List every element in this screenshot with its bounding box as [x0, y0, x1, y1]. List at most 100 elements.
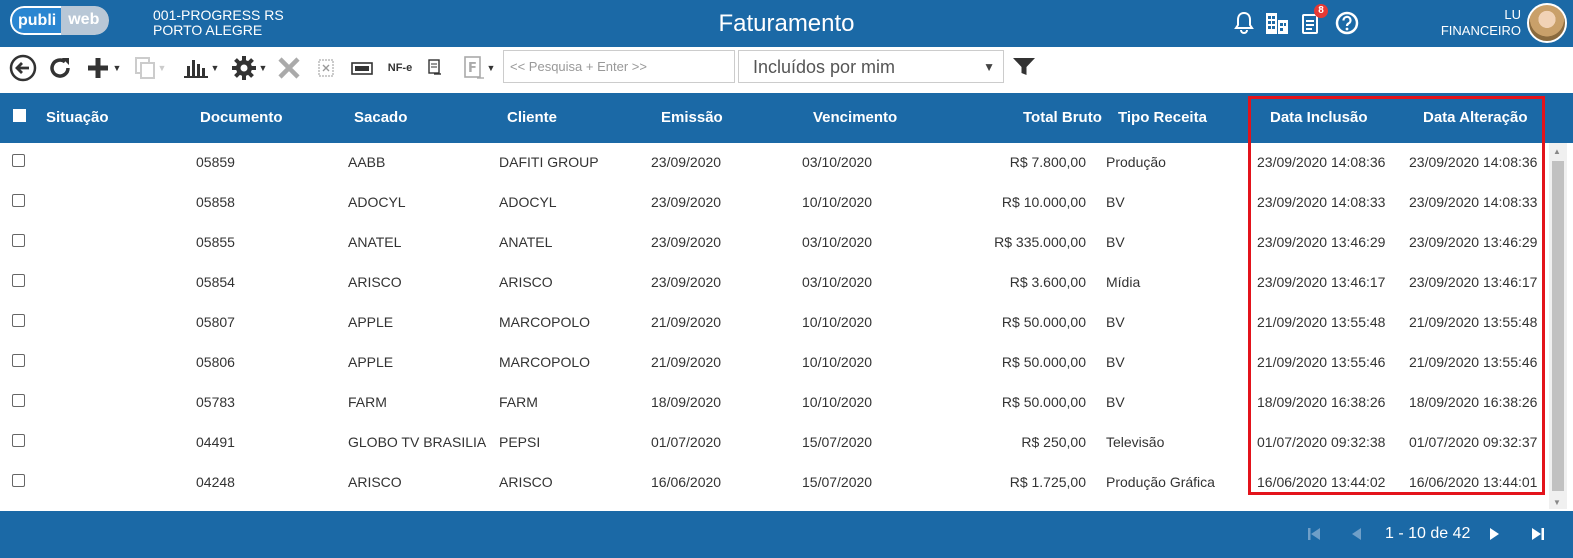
user-name: LU [1504, 7, 1521, 22]
next-page-icon[interactable] [1485, 523, 1505, 545]
cell-total-bruto: R$ 50.000,00 [1001, 314, 1086, 330]
table-row[interactable]: 04491 GLOBO TV BRASILIA PEPSI 01/07/2020 15/… [0, 423, 1549, 463]
cell-total-bruto: R$ 50.000,00 [1001, 354, 1086, 370]
column-header-vencimento[interactable]: Vencimento [813, 109, 897, 126]
table-row[interactable]: 05858 ADOCYL ADOCYL 23/09/2020 10/10/2020 R$ … [0, 183, 1549, 223]
previous-page-icon[interactable] [1346, 523, 1366, 545]
company-selector[interactable]: 001-PROGRESS RS PORTO ALEGRE [153, 8, 284, 38]
company-city: PORTO ALEGRE [153, 22, 263, 38]
cell-tipo-receita: Mídia [1106, 274, 1141, 290]
bell-icon[interactable] [1231, 10, 1257, 36]
vertical-scrollbar[interactable]: ▲ ▼ [1549, 143, 1567, 509]
table-row[interactable]: 05806 APPLE MARCOPOLO 21/09/2020 10/10/2020 R… [0, 343, 1549, 383]
cell-emissao: 23/09/2020 [651, 234, 722, 250]
column-header-emissao[interactable]: Emissão [661, 109, 723, 126]
pagination-bar: 1 - 10 de 42 [0, 511, 1573, 558]
copy-icon [134, 57, 155, 79]
cell-tipo-receita: BV [1106, 354, 1125, 370]
column-header-tipo-receita[interactable]: Tipo Receita [1118, 109, 1207, 126]
add-button[interactable]: ▼ [82, 53, 124, 83]
cell-cliente: MARCOPOLO [499, 314, 591, 330]
settings-button[interactable]: ▼ [228, 53, 270, 83]
invoice-icon[interactable] [350, 53, 374, 83]
row-checkbox[interactable] [12, 314, 25, 327]
refresh-icon[interactable] [46, 53, 74, 83]
cell-emissao: 23/09/2020 [651, 274, 722, 290]
table-header: Situação Documento Sacado Cliente Emissã… [0, 93, 1573, 143]
row-checkbox[interactable] [12, 274, 25, 287]
documents-icon[interactable]: 8 [1298, 4, 1328, 36]
column-header-cliente[interactable]: Cliente [507, 109, 557, 126]
cell-cliente: ARISCO [499, 474, 553, 490]
buildings-icon[interactable] [1264, 10, 1290, 36]
table-row[interactable]: 05854 ARISCO ARISCO 23/09/2020 03/10/2020 R$ … [0, 263, 1549, 303]
row-checkbox[interactable] [12, 474, 25, 487]
cell-sacado: GLOBO TV BRASILIA [348, 434, 487, 450]
cell-emissao: 23/09/2020 [651, 154, 722, 170]
user-menu[interactable]: LU FINANCEIRO [1441, 7, 1521, 39]
funnel-icon[interactable] [1012, 57, 1036, 82]
chevron-down-icon: ▼ [112, 63, 122, 73]
first-page-icon[interactable] [1304, 523, 1324, 545]
document-list-icon[interactable] [426, 53, 444, 83]
row-checkbox[interactable] [12, 434, 25, 447]
column-header-data-alteracao[interactable]: Data Alteração [1423, 109, 1528, 126]
column-header-data-inclusao[interactable]: Data Inclusão [1270, 109, 1368, 126]
cell-total-bruto: R$ 7.800,00 [1009, 154, 1086, 170]
cell-documento: 05854 [196, 274, 235, 290]
select-all-checkbox[interactable] [13, 109, 26, 122]
chevron-down-icon: ▼ [486, 63, 496, 73]
form-button[interactable]: F ▼ [458, 53, 500, 83]
help-icon[interactable] [1334, 10, 1360, 36]
cell-data-inclusao: 18/09/2020 16:38:26 [1257, 394, 1386, 410]
cell-emissao: 23/09/2020 [651, 194, 722, 210]
cell-data-alteracao: 23/09/2020 14:08:36 [1409, 154, 1538, 170]
scroll-down-icon[interactable]: ▼ [1553, 498, 1561, 507]
chevron-down-icon: ▼ [258, 63, 268, 73]
cell-documento: 04248 [196, 474, 235, 490]
table-row[interactable]: 05855 ANATEL ANATEL 23/09/2020 03/10/2020 R$ … [0, 223, 1549, 263]
cancel-document-icon[interactable] [316, 53, 336, 83]
publiweb-logo[interactable]: publi web [10, 6, 110, 35]
table-row[interactable]: 05783 FARM FARM 18/09/2020 10/10/2020 R$ 50.0… [0, 383, 1549, 423]
cell-data-alteracao: 18/09/2020 16:38:26 [1409, 394, 1538, 410]
cell-vencimento: 10/10/2020 [802, 314, 873, 330]
avatar[interactable] [1527, 3, 1567, 43]
cell-documento: 04491 [196, 434, 235, 450]
reports-button[interactable]: ▼ [180, 53, 222, 83]
row-checkbox[interactable] [12, 394, 25, 407]
column-header-sacado[interactable]: Sacado [354, 109, 407, 126]
cell-documento: 05858 [196, 194, 235, 210]
table-row[interactable]: 05859 AABB DAFITI GROUP 23/09/2020 03/10/202… [0, 143, 1549, 183]
filter-select-value: Incluídos por mim [753, 57, 896, 77]
table-row[interactable]: 04248 ARISCO ARISCO 16/06/2020 15/07/2020 R$ … [0, 463, 1549, 503]
last-page-icon[interactable] [1527, 523, 1549, 545]
row-checkbox[interactable] [12, 354, 25, 367]
cell-emissao: 21/09/2020 [651, 354, 722, 370]
scroll-up-icon[interactable]: ▲ [1553, 147, 1561, 156]
column-header-documento[interactable]: Documento [200, 109, 283, 126]
column-header-total-bruto[interactable]: Total Bruto [1023, 109, 1102, 126]
search-input[interactable] [503, 50, 735, 83]
cell-documento: 05855 [196, 234, 235, 250]
cell-sacado: FARM [348, 394, 387, 410]
table-row[interactable]: 05807 APPLE MARCOPOLO 21/09/2020 10/10/2020 R… [0, 303, 1549, 343]
cell-tipo-receita: Produção Gráfica [1106, 474, 1215, 490]
cell-cliente: FARM [499, 394, 538, 410]
row-checkbox[interactable] [12, 154, 25, 167]
nfe-button[interactable]: NF-e [384, 53, 416, 83]
delete-icon[interactable] [276, 53, 302, 83]
scrollbar-thumb[interactable] [1552, 161, 1564, 491]
column-header-situacao[interactable]: Situação [46, 109, 109, 126]
filter-select[interactable]: Incluídos por mim ▼ [738, 50, 1004, 83]
cell-vencimento: 03/10/2020 [802, 274, 873, 290]
duplicate-button[interactable]: ▼ [132, 53, 168, 83]
cell-data-alteracao: 16/06/2020 13:44:01 [1409, 474, 1538, 490]
cell-sacado: ADOCYL [348, 194, 406, 210]
row-checkbox[interactable] [12, 234, 25, 247]
back-icon[interactable] [8, 53, 38, 83]
cell-emissao: 16/06/2020 [651, 474, 722, 490]
cell-total-bruto: R$ 3.600,00 [1009, 274, 1086, 290]
chevron-down-icon: ▼ [983, 60, 995, 74]
row-checkbox[interactable] [12, 194, 25, 207]
